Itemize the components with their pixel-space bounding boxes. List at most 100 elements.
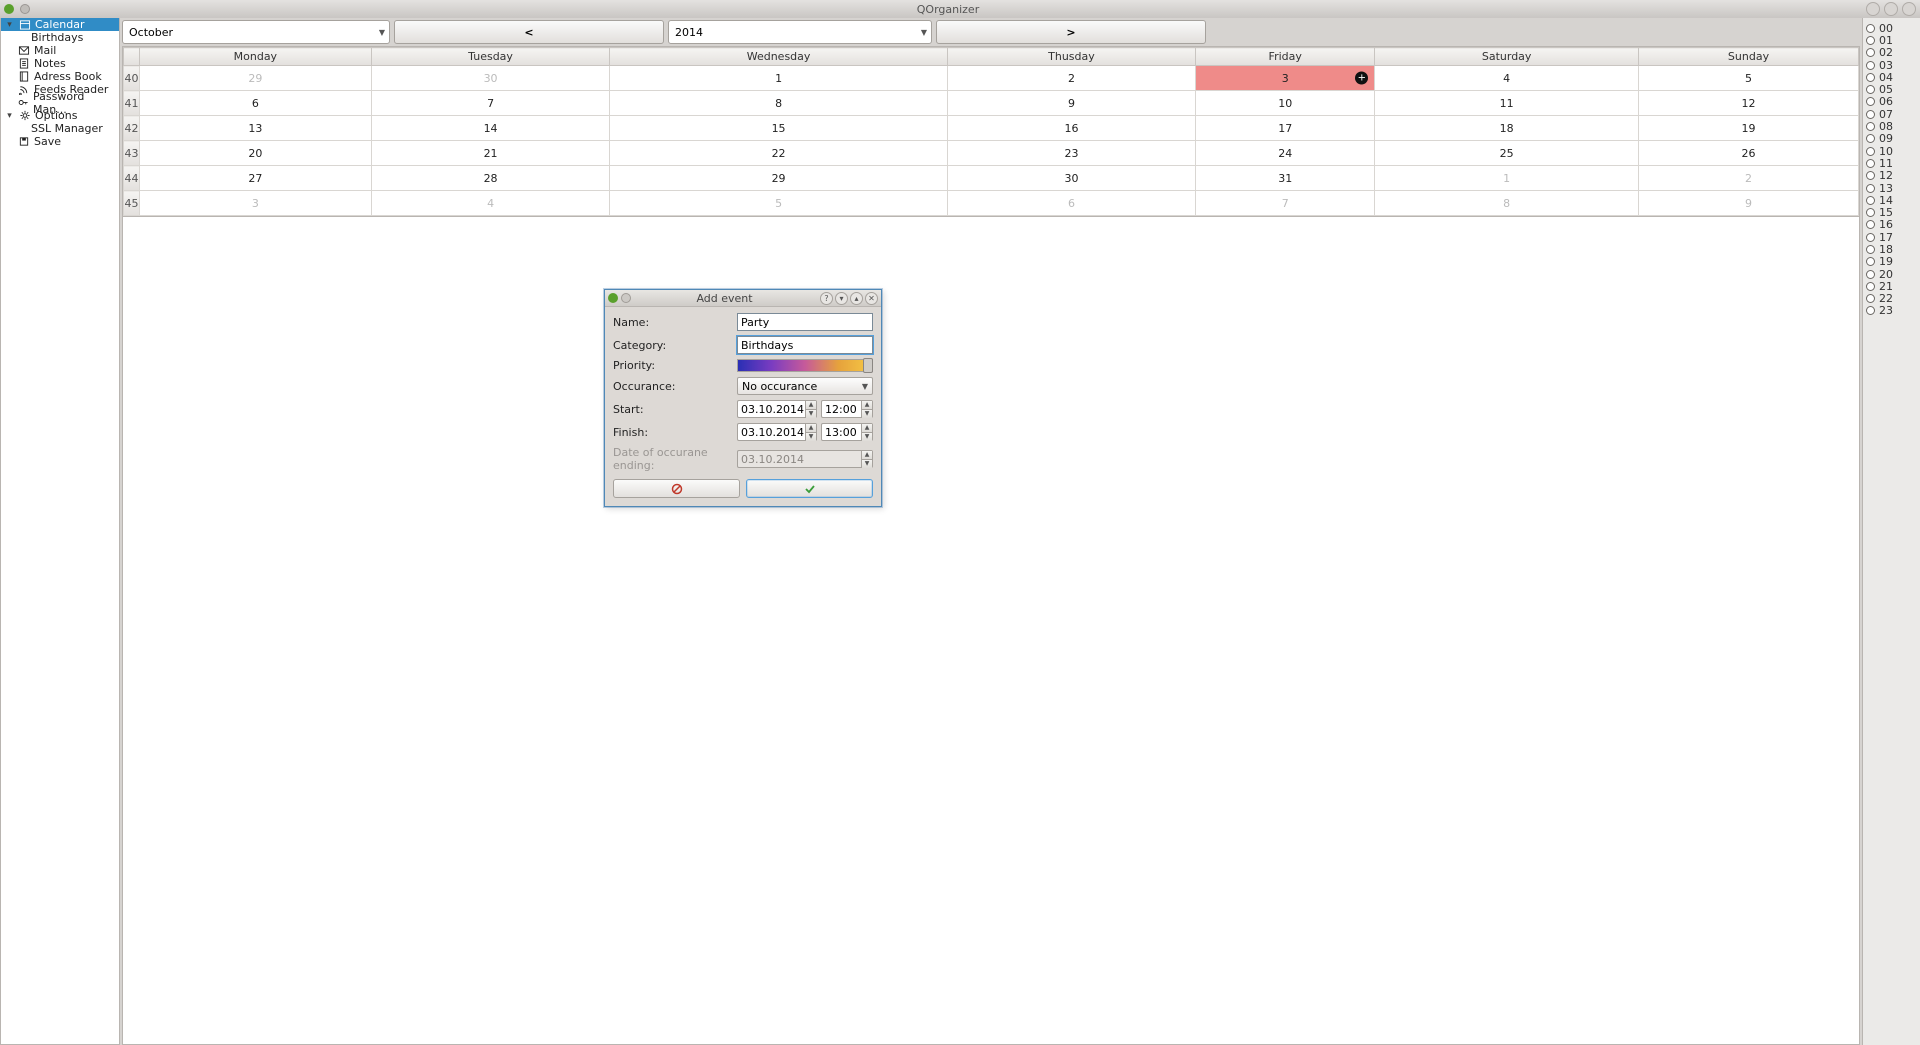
calendar-cell[interactable]: 26 xyxy=(1639,141,1859,166)
finish-date-input[interactable]: 03.10.2014▲▼ xyxy=(737,423,817,441)
calendar-cell[interactable]: 23 xyxy=(947,141,1195,166)
hour-row[interactable]: 06 xyxy=(1866,96,1917,108)
hour-row[interactable]: 05 xyxy=(1866,83,1917,95)
hour-row[interactable]: 23 xyxy=(1866,305,1917,317)
calendar-cell[interactable]: 5 xyxy=(610,191,947,216)
hour-row[interactable]: 02 xyxy=(1866,47,1917,59)
calendar-cell[interactable]: 19 xyxy=(1639,116,1859,141)
sidebar-item-mail[interactable]: Mail xyxy=(1,44,119,57)
spin-buttons[interactable]: ▲▼ xyxy=(805,401,816,417)
hour-row[interactable]: 04 xyxy=(1866,71,1917,83)
calendar-cell[interactable]: 30 xyxy=(947,166,1195,191)
hour-row[interactable]: 00 xyxy=(1866,22,1917,34)
hour-row[interactable]: 11 xyxy=(1866,157,1917,169)
help-button[interactable]: ? xyxy=(820,292,833,305)
calendar-cell[interactable]: 7 xyxy=(371,91,610,116)
hour-radio[interactable] xyxy=(1866,85,1875,94)
rollup-button[interactable]: ▴ xyxy=(850,292,863,305)
hour-row[interactable]: 08 xyxy=(1866,120,1917,132)
calendar-cell[interactable]: 8 xyxy=(1375,191,1639,216)
hour-radio[interactable] xyxy=(1866,220,1875,229)
next-button[interactable]: > xyxy=(936,20,1206,44)
calendar-cell[interactable]: 14 xyxy=(371,116,610,141)
hour-radio[interactable] xyxy=(1866,24,1875,33)
hour-radio[interactable] xyxy=(1866,294,1875,303)
finish-time-input[interactable]: 13:00▲▼ xyxy=(821,423,873,441)
hour-row[interactable]: 16 xyxy=(1866,219,1917,231)
hour-row[interactable]: 22 xyxy=(1866,293,1917,305)
spin-buttons[interactable]: ▲▼ xyxy=(861,401,872,417)
expand-icon[interactable]: ▾ xyxy=(5,111,14,121)
priority-slider[interactable] xyxy=(737,359,873,372)
event-badge[interactable]: + xyxy=(1355,72,1368,85)
hour-radio[interactable] xyxy=(1866,257,1875,266)
calendar-cell[interactable]: 18 xyxy=(1375,116,1639,141)
month-combo[interactable]: October ▼ xyxy=(122,20,390,44)
dialog-titlebar[interactable]: Add event ? ▾ ▴ ✕ xyxy=(605,290,881,307)
calendar-cell[interactable]: 22 xyxy=(610,141,947,166)
expand-icon[interactable]: ▾ xyxy=(5,20,14,30)
hour-row[interactable]: 15 xyxy=(1866,206,1917,218)
sidebar-item-calendar[interactable]: ▾ Calendar xyxy=(1,18,119,31)
calendar-cell[interactable]: 3 xyxy=(140,191,372,216)
sidebar-item-save[interactable]: Save xyxy=(1,135,119,148)
calendar-cell[interactable]: 9 xyxy=(947,91,1195,116)
calendar-cell[interactable]: 27 xyxy=(140,166,372,191)
sidebar-item-birthdays[interactable]: Birthdays xyxy=(1,31,119,44)
hour-row[interactable]: 12 xyxy=(1866,170,1917,182)
calendar-cell[interactable]: 28 xyxy=(371,166,610,191)
hour-radio[interactable] xyxy=(1866,122,1875,131)
calendar-cell[interactable]: 8 xyxy=(610,91,947,116)
spin-buttons[interactable]: ▲▼ xyxy=(805,424,816,440)
hour-radio[interactable] xyxy=(1866,306,1875,315)
hour-row[interactable]: 09 xyxy=(1866,133,1917,145)
dialog-close-button[interactable]: ✕ xyxy=(865,292,878,305)
calendar-cell[interactable]: 21 xyxy=(371,141,610,166)
calendar-cell[interactable]: 2 xyxy=(1639,166,1859,191)
hour-radio[interactable] xyxy=(1866,97,1875,106)
hour-row[interactable]: 10 xyxy=(1866,145,1917,157)
calendar-cell[interactable]: 17 xyxy=(1196,116,1375,141)
sidebar-item-password[interactable]: Password Man... xyxy=(1,96,119,109)
hour-radio[interactable] xyxy=(1866,134,1875,143)
hour-radio[interactable] xyxy=(1866,61,1875,70)
calendar-cell[interactable]: 9 xyxy=(1639,191,1859,216)
shade-button[interactable]: ▾ xyxy=(835,292,848,305)
occurance-select[interactable]: No occurance ▼ xyxy=(737,377,873,395)
hour-row[interactable]: 21 xyxy=(1866,280,1917,292)
hour-radio[interactable] xyxy=(1866,282,1875,291)
hour-radio[interactable] xyxy=(1866,245,1875,254)
minimize-button[interactable] xyxy=(1866,2,1880,16)
hour-row[interactable]: 07 xyxy=(1866,108,1917,120)
name-input[interactable] xyxy=(737,313,873,331)
hour-radio[interactable] xyxy=(1866,171,1875,180)
calendar-cell[interactable]: 10 xyxy=(1196,91,1375,116)
calendar-cell[interactable]: 12 xyxy=(1639,91,1859,116)
hour-radio[interactable] xyxy=(1866,110,1875,119)
sidebar-item-notes[interactable]: Notes xyxy=(1,57,119,70)
hour-radio[interactable] xyxy=(1866,196,1875,205)
cancel-button[interactable] xyxy=(613,479,740,498)
sidebar-item-ssl[interactable]: SSL Manager xyxy=(1,122,119,135)
start-date-input[interactable]: 03.10.2014▲▼ xyxy=(737,400,817,418)
calendar-cell[interactable]: 1 xyxy=(1375,166,1639,191)
calendar-cell[interactable]: 11 xyxy=(1375,91,1639,116)
calendar-cell[interactable]: 30 xyxy=(371,66,610,91)
hour-row[interactable]: 17 xyxy=(1866,231,1917,243)
hour-row[interactable]: 18 xyxy=(1866,243,1917,255)
hour-radio[interactable] xyxy=(1866,147,1875,156)
hour-row[interactable]: 19 xyxy=(1866,256,1917,268)
hour-radio[interactable] xyxy=(1866,233,1875,242)
maximize-button[interactable] xyxy=(1884,2,1898,16)
hour-row[interactable]: 13 xyxy=(1866,182,1917,194)
hour-row[interactable]: 01 xyxy=(1866,34,1917,46)
calendar-cell[interactable]: 2 xyxy=(947,66,1195,91)
hour-row[interactable]: 20 xyxy=(1866,268,1917,280)
calendar-cell[interactable]: 29 xyxy=(140,66,372,91)
category-input[interactable] xyxy=(737,336,873,354)
calendar-cell[interactable]: 6 xyxy=(140,91,372,116)
calendar-cell[interactable]: 15 xyxy=(610,116,947,141)
calendar-cell[interactable]: 29 xyxy=(610,166,947,191)
hour-radio[interactable] xyxy=(1866,270,1875,279)
calendar-cell[interactable]: 31 xyxy=(1196,166,1375,191)
